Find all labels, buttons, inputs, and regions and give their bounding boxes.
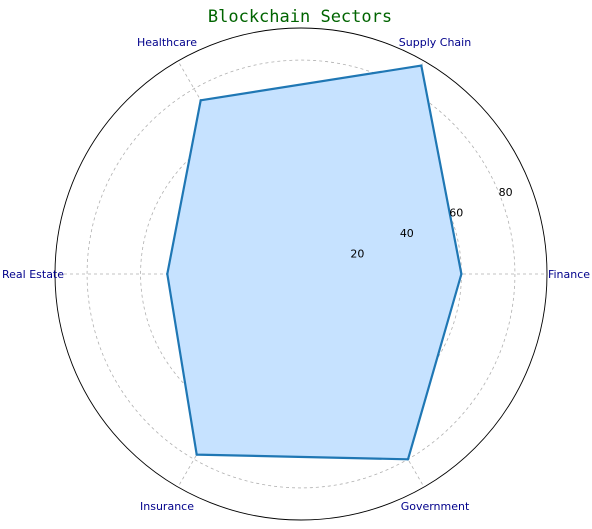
data-point-healthcare — [199, 99, 202, 102]
r-tick-label: 60 — [449, 207, 463, 220]
data-point-supply-chain — [420, 64, 423, 67]
r-tick-label: 80 — [499, 186, 513, 199]
chart-title: Blockchain Sectors — [208, 7, 392, 27]
data-point-real-estate — [166, 272, 169, 276]
radar-chart: Blockchain Sectors 20 40 60 80 Finance Supply… — [2, 7, 590, 521]
data-point-government — [406, 458, 410, 461]
category-label-supply-chain: Supply Chain — [399, 36, 471, 49]
category-label-government: Government — [401, 500, 470, 513]
category-label-finance: Finance — [548, 268, 590, 281]
r-tick-label: 20 — [350, 248, 364, 261]
category-label-insurance: Insurance — [140, 500, 194, 513]
category-label-healthcare: Healthcare — [137, 36, 197, 49]
r-tick-label: 40 — [400, 227, 414, 240]
series-layer — [166, 64, 463, 461]
data-point-finance — [460, 272, 463, 276]
series-area — [167, 65, 462, 460]
data-point-insurance — [195, 453, 198, 456]
category-label-real-estate: Real Estate — [2, 268, 64, 281]
